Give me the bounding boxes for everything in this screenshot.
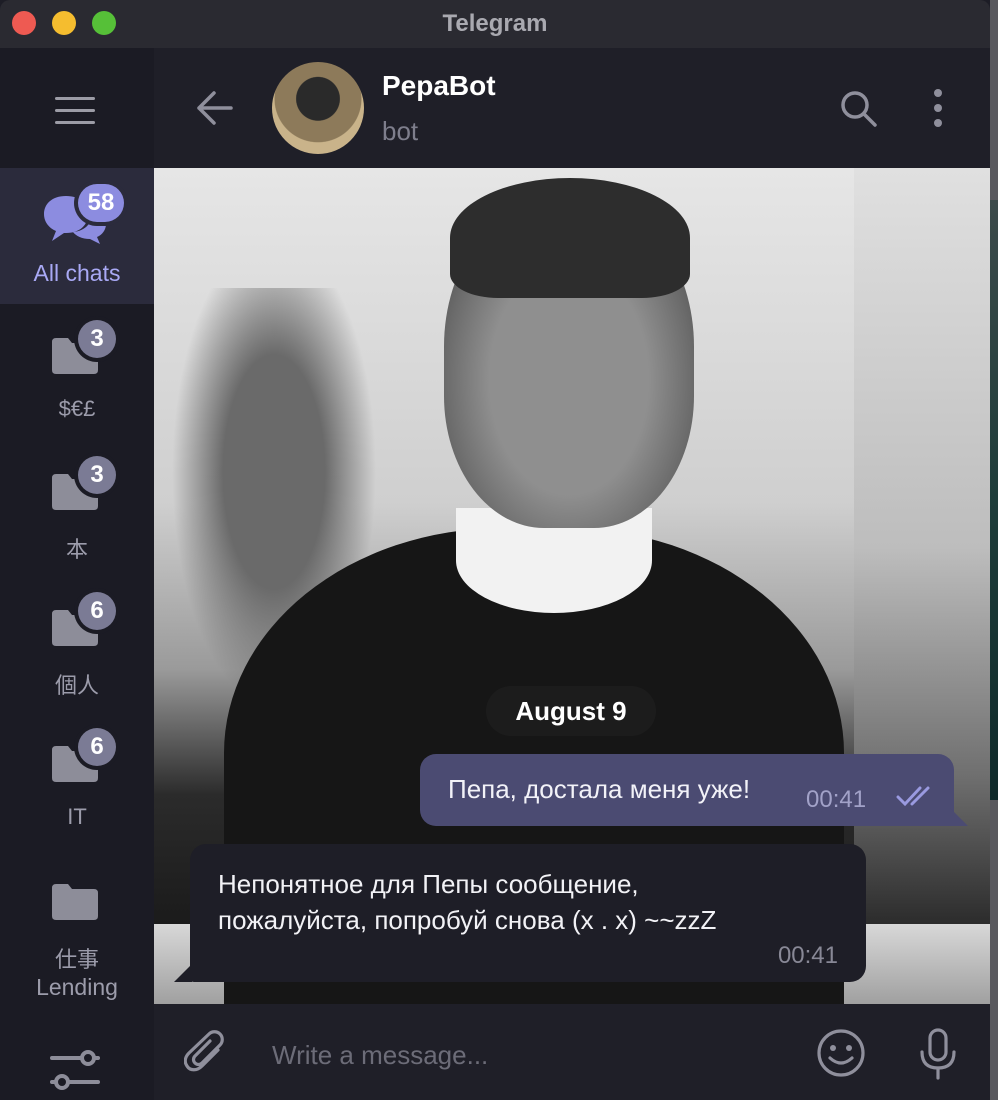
unread-badge: 6 (78, 592, 116, 630)
folder-icon (52, 884, 98, 920)
folder-label-money: $€£ (58, 396, 96, 421)
message-tail (174, 964, 192, 982)
message-time: 00:41 (777, 942, 838, 969)
folder-it[interactable]: 6 IT (0, 728, 154, 838)
microphone-icon[interactable] (918, 1028, 958, 1080)
read-checkmarks-icon (896, 786, 930, 807)
unread-badge: 3 (78, 456, 116, 494)
chat-status: bot (382, 116, 419, 146)
unread-badge: 3 (78, 320, 116, 358)
background-desktop-strip (990, 200, 998, 800)
date-separator: August 9 (486, 686, 656, 736)
folder-label-personal: 個人 (54, 673, 99, 698)
folder-label-all-chats: All chats (33, 260, 121, 286)
outgoing-message[interactable]: Пепа, достала меня уже! 00:41 (420, 754, 954, 826)
folder-personal[interactable]: 6 個人 (0, 592, 154, 702)
message-text: Пепа, достала меня уже! (448, 774, 751, 804)
menu-icon[interactable] (55, 97, 95, 133)
back-arrow-icon[interactable] (194, 90, 234, 126)
message-input[interactable] (270, 1034, 794, 1076)
more-vertical-icon[interactable] (930, 88, 946, 128)
window-title: Telegram (442, 10, 548, 37)
avatar[interactable] (272, 62, 364, 154)
folder-money[interactable]: 3 $€£ (0, 320, 154, 430)
folder-label-lending: Lending (36, 974, 118, 1000)
filters-settings-icon[interactable] (50, 1048, 100, 1092)
chat-title[interactable]: PepaBot (382, 70, 496, 102)
incoming-message[interactable]: Непонятное для Пепы сообщение, пожалуйст… (190, 844, 866, 982)
folder-work-lending[interactable]: 仕事 Lending (0, 874, 154, 1014)
folder-books[interactable]: 3 本 (0, 456, 154, 566)
folder-all-chats[interactable]: 58 All chats (0, 168, 154, 304)
message-line: пожалуйста, попробуй снова (x . x) ~~zzZ (218, 905, 717, 935)
paperclip-icon[interactable] (184, 1030, 228, 1078)
unread-badge: 6 (78, 728, 116, 766)
message-line: Непонятное для Пепы сообщение, (218, 869, 639, 899)
folders-sidebar: 58 All chats 3 $€£ 3 本 6 個人 6 IT 仕事 Lend… (0, 48, 154, 1100)
emoji-icon[interactable] (816, 1028, 866, 1078)
search-icon[interactable] (840, 90, 878, 128)
chat-header: PepaBot bot (154, 48, 990, 168)
unread-badge: 58 (78, 184, 124, 222)
folder-label-books: 本 (65, 537, 88, 562)
window-titlebar: Telegram (0, 0, 990, 48)
chat-area[interactable]: August 9 Пепа, достала меня уже! 00:41 Н… (154, 168, 990, 1004)
folder-label-work: 仕事 (54, 947, 99, 972)
message-tail (950, 808, 968, 826)
wallpaper-hair (450, 178, 690, 298)
folder-label-it: IT (67, 804, 87, 829)
message-text: Непонятное для Пепы сообщение, пожалуйст… (218, 866, 838, 938)
message-time: 00:41 (806, 786, 867, 813)
message-composer (154, 1004, 990, 1100)
